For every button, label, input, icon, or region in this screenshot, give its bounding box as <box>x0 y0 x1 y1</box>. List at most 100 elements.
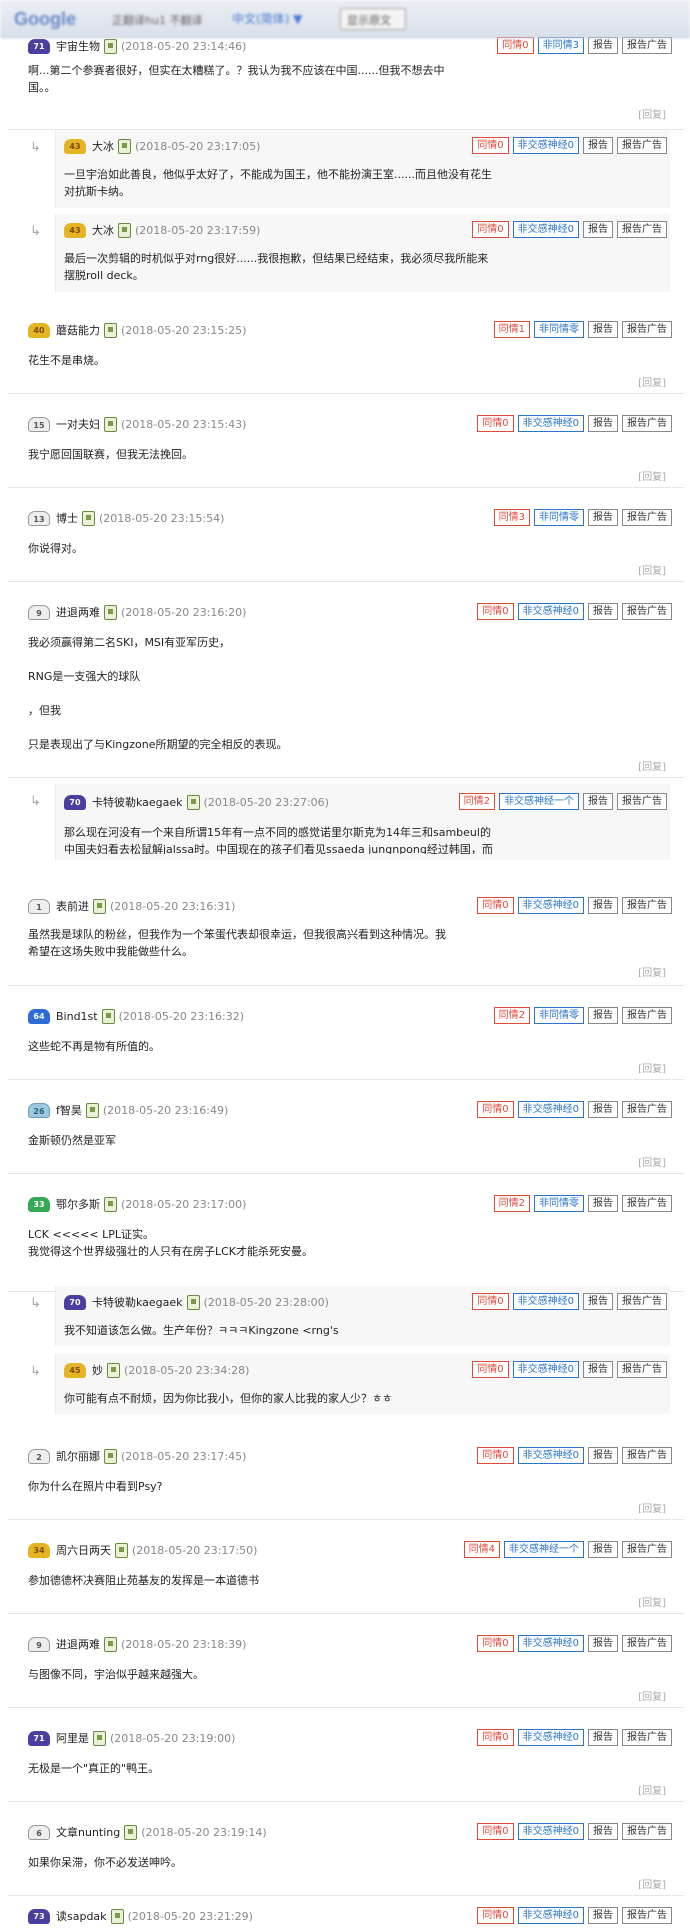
disagree-button[interactable]: 非交感神经0 <box>517 897 584 914</box>
disagree-button[interactable]: 非同情零 <box>534 509 584 526</box>
username[interactable]: 大冰 <box>92 222 114 238</box>
disagree-button[interactable]: 非交感神经一个 <box>504 1541 584 1558</box>
report-ad-button[interactable]: 报告广告 <box>622 1907 672 1924</box>
username[interactable]: 一对夫妇 <box>56 416 100 432</box>
disagree-button[interactable]: 非交感神经0 <box>512 137 579 154</box>
agree-button[interactable]: 同情0 <box>477 415 514 432</box>
report-button[interactable]: 报告 <box>588 1541 618 1558</box>
reply-link[interactable]: [回复] <box>638 1500 666 1515</box>
disagree-button[interactable]: 非交感神经0 <box>517 1447 584 1464</box>
report-ad-button[interactable]: 报告广告 <box>622 603 672 620</box>
report-button[interactable]: 报告 <box>588 1823 618 1840</box>
username[interactable]: 妙 <box>92 1362 103 1378</box>
report-ad-button[interactable]: 报告广告 <box>617 1293 667 1310</box>
report-button[interactable]: 报告 <box>583 793 613 810</box>
report-ad-button[interactable]: 报告广告 <box>622 1007 672 1024</box>
agree-button[interactable]: 同情0 <box>472 1361 509 1378</box>
username[interactable]: Bind1st <box>56 1010 98 1023</box>
report-button[interactable]: 报告 <box>588 321 618 338</box>
report-ad-button[interactable]: 报告广告 <box>622 1823 672 1840</box>
reply-link[interactable]: [回复] <box>638 758 666 773</box>
agree-button[interactable]: 同情0 <box>477 1447 514 1464</box>
report-button[interactable]: 报告 <box>588 1635 618 1652</box>
reply-link[interactable]: [回复] <box>638 106 666 121</box>
reply-link[interactable]: [回复] <box>638 374 666 389</box>
report-button[interactable]: 报告 <box>583 221 613 238</box>
report-button[interactable]: 报告 <box>583 1293 613 1310</box>
report-ad-button[interactable]: 报告广告 <box>617 137 667 154</box>
username[interactable]: 卡特彼勒kaegaek <box>92 1294 183 1310</box>
report-ad-button[interactable]: 报告广告 <box>622 897 672 914</box>
reply-link[interactable]: [回复] <box>638 1782 666 1797</box>
report-button[interactable]: 报告 <box>588 509 618 526</box>
disagree-button[interactable]: 非交感神经0 <box>517 1729 584 1746</box>
reply-link[interactable]: [回复] <box>638 562 666 577</box>
agree-button[interactable]: 同情0 <box>477 1823 514 1840</box>
report-ad-button[interactable]: 报告广告 <box>622 1447 672 1464</box>
username[interactable]: 文章nunting <box>56 1824 120 1840</box>
agree-button[interactable]: 同情0 <box>477 1101 514 1118</box>
username[interactable]: 阿里是 <box>56 1730 89 1746</box>
disagree-button[interactable]: 非同情零 <box>534 1007 584 1024</box>
agree-button[interactable]: 同情0 <box>477 603 514 620</box>
username[interactable]: 读sapdak <box>56 1908 107 1924</box>
username[interactable]: 进退两难 <box>56 604 100 620</box>
disagree-button[interactable]: 非交感神经0 <box>517 1101 584 1118</box>
username[interactable]: 大冰 <box>92 138 114 154</box>
disagree-button[interactable]: 非同情零 <box>534 1195 584 1212</box>
agree-button[interactable]: 同情0 <box>477 1907 514 1924</box>
disagree-button[interactable]: 非交感神经0 <box>517 1907 584 1924</box>
disagree-button[interactable]: 非交感神经0 <box>517 1823 584 1840</box>
agree-button[interactable]: 同情4 <box>463 1541 500 1558</box>
disagree-button[interactable]: 非交感神经一个 <box>499 793 579 810</box>
reply-link[interactable]: [回复] <box>638 1594 666 1609</box>
report-button[interactable]: 报告 <box>588 1907 618 1924</box>
agree-button[interactable]: 同情0 <box>477 1635 514 1652</box>
report-ad-button[interactable]: 报告广告 <box>622 1541 672 1558</box>
reply-link[interactable]: [回复] <box>638 964 666 979</box>
disagree-button[interactable]: 非交感神经0 <box>517 603 584 620</box>
report-button[interactable]: 报告 <box>588 1195 618 1212</box>
report-ad-button[interactable]: 报告广告 <box>622 1101 672 1118</box>
reply-link[interactable]: [回复] <box>638 1688 666 1703</box>
report-button[interactable]: 报告 <box>588 603 618 620</box>
report-button[interactable]: 报告 <box>588 415 618 432</box>
username[interactable]: 进退两难 <box>56 1636 100 1652</box>
report-ad-button[interactable]: 报告广告 <box>622 1195 672 1212</box>
report-ad-button[interactable]: 报告广告 <box>622 1729 672 1746</box>
report-ad-button[interactable]: 报告广告 <box>622 1635 672 1652</box>
report-button[interactable]: 报告 <box>583 1361 613 1378</box>
reply-link[interactable]: [回复] <box>638 1060 666 1075</box>
report-ad-button[interactable]: 报告广告 <box>617 221 667 238</box>
show-original-button[interactable]: 显示原文 <box>340 8 406 30</box>
disagree-button[interactable]: 非交感神经0 <box>512 1293 579 1310</box>
username[interactable]: 凯尔丽娜 <box>56 1448 100 1464</box>
agree-button[interactable]: 同情0 <box>477 897 514 914</box>
disagree-button[interactable]: 非同情零 <box>534 321 584 338</box>
disagree-button[interactable]: 非交感神经0 <box>512 1361 579 1378</box>
agree-button[interactable]: 同情0 <box>472 1293 509 1310</box>
username[interactable]: 周六日两天 <box>56 1542 111 1558</box>
report-button[interactable]: 报告 <box>583 137 613 154</box>
agree-button[interactable]: 同情2 <box>493 1195 530 1212</box>
agree-button[interactable]: 同情1 <box>493 321 530 338</box>
report-button[interactable]: 报告 <box>588 37 618 54</box>
disagree-button[interactable]: 非交感神经0 <box>517 415 584 432</box>
report-ad-button[interactable]: 报告广告 <box>617 793 667 810</box>
disagree-button[interactable]: 非同情3 <box>537 37 584 54</box>
reply-link[interactable]: [回复] <box>638 1876 666 1891</box>
report-ad-button[interactable]: 报告广告 <box>622 509 672 526</box>
report-ad-button[interactable]: 报告广告 <box>622 321 672 338</box>
report-button[interactable]: 报告 <box>588 1101 618 1118</box>
report-button[interactable]: 报告 <box>588 897 618 914</box>
username[interactable]: 卡特彼勒kaegaek <box>92 794 183 810</box>
agree-button[interactable]: 同情0 <box>472 137 509 154</box>
agree-button[interactable]: 同情0 <box>477 1729 514 1746</box>
report-ad-button[interactable]: 报告广告 <box>617 1361 667 1378</box>
report-ad-button[interactable]: 报告广告 <box>622 37 672 54</box>
language-select[interactable]: 中文(简体) ▼ <box>232 10 302 27</box>
agree-button[interactable]: 同情0 <box>472 221 509 238</box>
disagree-button[interactable]: 非交感神经0 <box>517 1635 584 1652</box>
report-button[interactable]: 报告 <box>588 1447 618 1464</box>
reply-link[interactable]: [回复] <box>638 468 666 483</box>
